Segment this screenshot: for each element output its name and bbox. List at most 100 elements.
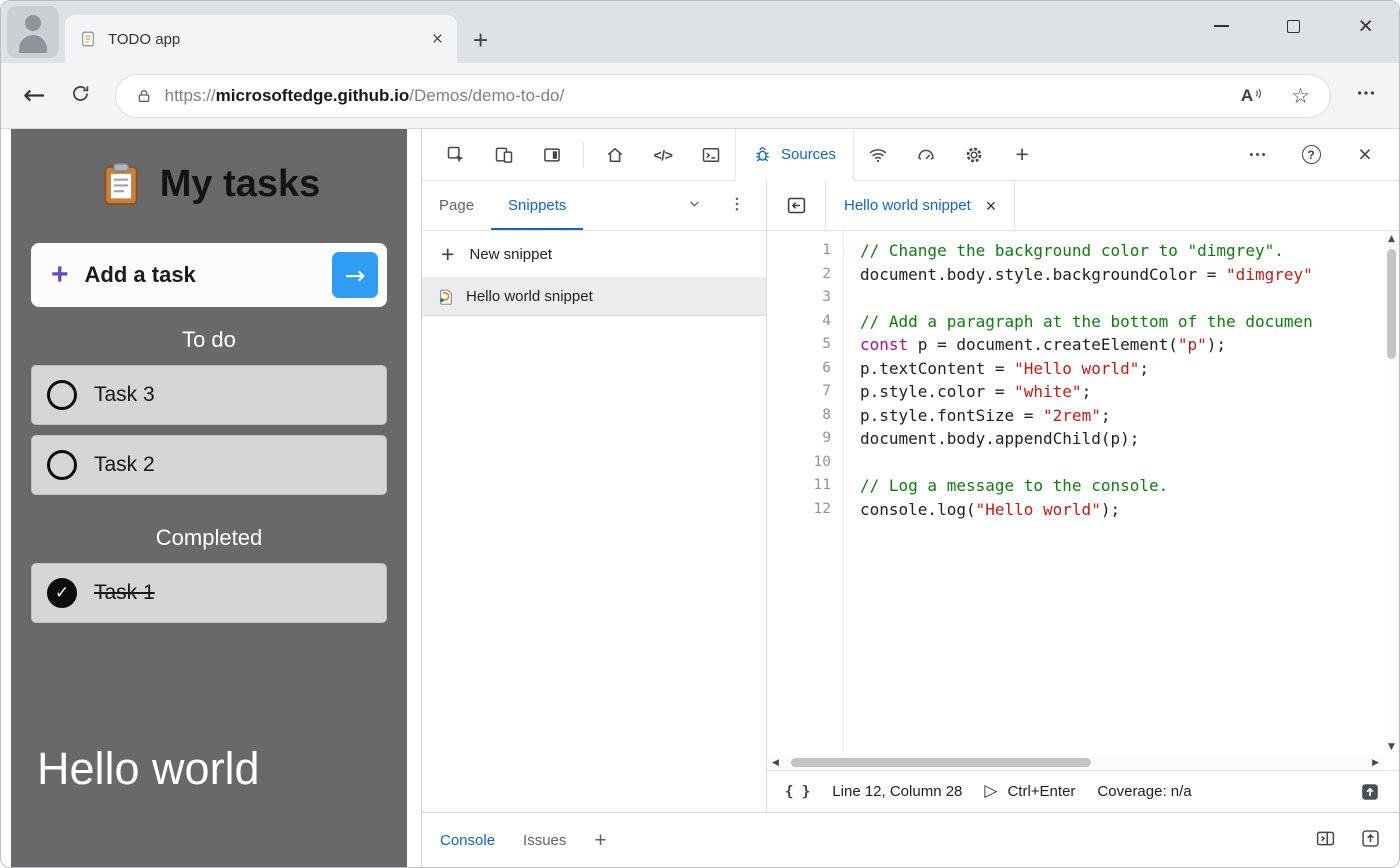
tab-sources[interactable]: Sources xyxy=(735,129,854,181)
snippet-list-item[interactable]: Hello world snippet xyxy=(422,278,766,316)
tab-issues[interactable]: Issues xyxy=(523,813,566,867)
code-line[interactable] xyxy=(860,451,1384,475)
kebab-menu-icon[interactable] xyxy=(728,195,746,217)
code-line[interactable]: // Log a message to the console. xyxy=(860,474,1384,498)
page-title: My tasks xyxy=(160,163,321,206)
console-drawer: Console Issues + xyxy=(422,812,1399,867)
code-line[interactable]: // Change the background color to "dimgr… xyxy=(860,239,1384,263)
line-number[interactable]: 11 xyxy=(767,474,831,498)
todo-app-page: My tasks + Add a task → To do Task 3 Tas… xyxy=(11,129,407,867)
refresh-button[interactable] xyxy=(70,83,91,109)
tab-page[interactable]: Page xyxy=(422,181,491,230)
line-number[interactable]: 6 xyxy=(767,357,831,381)
profile-avatar[interactable] xyxy=(7,6,59,58)
hello-world-paragraph: Hello world xyxy=(11,743,407,795)
add-drawer-tab-icon[interactable]: + xyxy=(594,830,606,851)
line-number[interactable]: 10 xyxy=(767,451,831,475)
task-row[interactable]: Task 3 xyxy=(31,365,387,425)
line-number[interactable]: 2 xyxy=(767,263,831,287)
submit-task-button[interactable]: → xyxy=(332,252,378,298)
console-tab-icon[interactable] xyxy=(687,137,735,173)
scroll-left-icon[interactable]: ◀ xyxy=(772,755,779,771)
close-window-button[interactable]: × xyxy=(1358,19,1373,33)
dock-side-icon[interactable] xyxy=(528,137,576,173)
snippets-navigator: Page Snippets + New snippet Hello world xyxy=(422,181,767,812)
code-line[interactable]: console.log("Hello world"); xyxy=(860,498,1384,522)
run-snippet-control[interactable]: ▷ Ctrl+Enter xyxy=(984,783,1075,800)
browser-menu-icon[interactable] xyxy=(1355,82,1377,109)
new-snippet-button[interactable]: + New snippet xyxy=(422,231,766,278)
line-number[interactable]: 9 xyxy=(767,427,831,451)
tab-favicon-icon xyxy=(79,30,97,48)
code-line[interactable]: const p = document.createElement("p"); xyxy=(860,333,1384,357)
new-snippet-label: New snippet xyxy=(469,246,552,263)
tab-console[interactable]: Console xyxy=(440,813,495,867)
new-tab-button[interactable]: + xyxy=(473,27,488,53)
settings-gear-icon[interactable] xyxy=(950,137,998,173)
favorite-star-icon[interactable]: ☆ xyxy=(1291,84,1310,108)
tab-close-icon[interactable]: × xyxy=(432,30,443,49)
close-tab-icon[interactable]: × xyxy=(986,197,997,215)
tab-snippets[interactable]: Snippets xyxy=(491,181,583,230)
browser-toolbar: ← https://microsoftedge.github.io/Demos/… xyxy=(1,63,1399,129)
vertical-scrollbar[interactable]: ▲ ▼ xyxy=(1384,231,1399,755)
horizontal-scroll-thumb[interactable] xyxy=(791,758,1091,767)
scroll-right-icon[interactable]: ▶ xyxy=(1372,755,1379,771)
performance-gauge-icon[interactable] xyxy=(902,137,950,173)
tab-strip: TODO app × + × xyxy=(1,1,1399,63)
code-editor[interactable]: 123456789101112 // Change the background… xyxy=(767,231,1399,770)
line-number[interactable]: 12 xyxy=(767,498,831,522)
save-snippet-icon[interactable] xyxy=(1359,781,1381,803)
task-row-completed[interactable]: ✓ Task 1 xyxy=(31,563,387,623)
code-line[interactable] xyxy=(860,286,1384,310)
code-line[interactable]: p.style.color = "white"; xyxy=(860,380,1384,404)
elements-tab-icon[interactable]: </> xyxy=(639,137,687,173)
line-number[interactable]: 8 xyxy=(767,404,831,428)
address-bar[interactable]: https://microsoftedge.github.io/Demos/de… xyxy=(115,74,1331,118)
devtools-toolbar: </> Sources + ? × xyxy=(422,129,1399,181)
line-number[interactable]: 3 xyxy=(767,286,831,310)
toolbar-divider xyxy=(583,142,584,168)
device-emulation-icon[interactable] xyxy=(480,137,528,173)
welcome-home-icon[interactable] xyxy=(591,137,639,173)
editor-pane: Hello world snippet × 123456789101112 //… xyxy=(767,181,1399,812)
more-options-icon[interactable] xyxy=(1233,137,1281,173)
task-checkbox[interactable] xyxy=(47,380,77,410)
hide-navigator-icon[interactable] xyxy=(767,181,825,230)
horizontal-scrollbar[interactable]: ◀ ▶ xyxy=(767,755,1384,770)
run-icon: ▷ xyxy=(984,783,997,800)
close-devtools-icon[interactable]: × xyxy=(1341,137,1389,173)
line-number[interactable]: 5 xyxy=(767,333,831,357)
maximize-button[interactable] xyxy=(1287,20,1300,33)
code-line[interactable]: p.style.fontSize = "2rem"; xyxy=(860,404,1384,428)
task-checkbox-checked[interactable]: ✓ xyxy=(47,578,77,608)
dock-drawer-icon[interactable] xyxy=(1315,828,1336,853)
editor-tab-title: Hello world snippet xyxy=(844,197,971,214)
browser-tab[interactable]: TODO app × xyxy=(65,15,457,63)
add-tools-icon[interactable]: + xyxy=(998,137,1046,173)
network-conditions-icon[interactable] xyxy=(854,137,902,173)
line-number[interactable]: 4 xyxy=(767,310,831,334)
add-task-field[interactable]: + Add a task → xyxy=(31,243,387,307)
code-line[interactable]: p.textContent = "Hello world"; xyxy=(860,357,1384,381)
chevron-down-icon[interactable] xyxy=(687,196,702,215)
help-icon[interactable]: ? xyxy=(1287,137,1335,173)
line-number[interactable]: 7 xyxy=(767,380,831,404)
line-number[interactable]: 1 xyxy=(767,239,831,263)
code-line[interactable]: document.body.style.backgroundColor = "d… xyxy=(860,263,1384,287)
minimize-button[interactable] xyxy=(1214,25,1229,27)
back-button[interactable]: ← xyxy=(23,82,46,109)
editor-tab[interactable]: Hello world snippet × xyxy=(825,181,1015,230)
scroll-up-icon[interactable]: ▲ xyxy=(1388,231,1395,247)
task-row[interactable]: Task 2 xyxy=(31,435,387,495)
expand-drawer-icon[interactable] xyxy=(1360,828,1381,853)
code-line[interactable]: document.body.appendChild(p); xyxy=(860,427,1384,451)
pretty-print-icon[interactable]: { } xyxy=(785,784,810,800)
vertical-scroll-thumb[interactable] xyxy=(1387,249,1396,359)
code-line[interactable]: // Add a paragraph at the bottom of the … xyxy=(860,310,1384,334)
navigator-tab-actions xyxy=(687,181,766,230)
scroll-down-icon[interactable]: ▼ xyxy=(1388,739,1395,755)
read-aloud-icon[interactable]: A xyxy=(1241,86,1263,106)
task-checkbox[interactable] xyxy=(47,450,77,480)
inspect-element-icon[interactable] xyxy=(432,137,480,173)
